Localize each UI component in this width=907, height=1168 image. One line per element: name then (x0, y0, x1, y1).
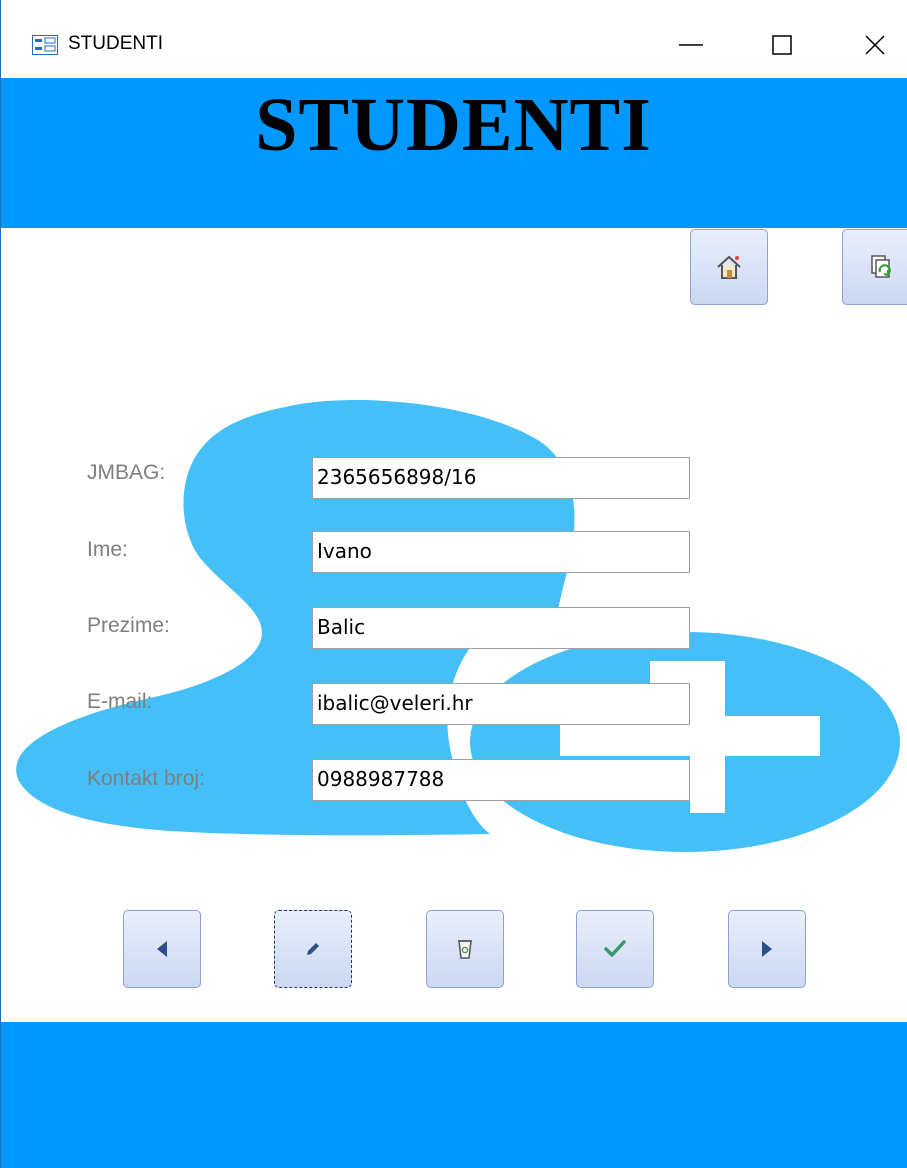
email-label: E-mail: (87, 690, 153, 713)
save-icon (604, 940, 626, 957)
kontakt-broj-label: Kontakt broj: (87, 767, 205, 790)
close-button[interactable] (851, 22, 899, 68)
previous-record-button[interactable] (123, 910, 201, 988)
prezime-label: Prezime: (87, 614, 170, 637)
next-record-button[interactable] (728, 910, 806, 988)
home-button[interactable] (690, 229, 768, 305)
ime-label: Ime: (87, 538, 128, 561)
refresh-button[interactable] (842, 229, 907, 305)
maximize-icon (772, 35, 792, 55)
minimize-button[interactable] (667, 22, 715, 68)
ime-field[interactable]: Ivano (312, 531, 690, 573)
delete-record-button[interactable] (426, 910, 504, 988)
edit-icon (307, 943, 319, 955)
form-title: STUDENTI (255, 83, 652, 167)
save-record-button[interactable] (576, 910, 654, 988)
maximize-button[interactable] (758, 22, 806, 68)
email-field[interactable]: ibalic@veleri.hr (312, 683, 690, 725)
title-bar: STUDENTI (0, 0, 907, 78)
form-header: STUDENTI (0, 78, 907, 228)
minimize-icon (679, 44, 703, 46)
jmbag-label: JMBAG: (87, 461, 166, 484)
form-icon (32, 35, 58, 55)
form-detail: JMBAG: 2365656898/16 Ime: Ivano Prezime:… (0, 228, 907, 1022)
refresh-icon (871, 255, 891, 278)
prezime-field[interactable]: Balic (312, 607, 690, 649)
close-icon (865, 35, 885, 55)
window-title: STUDENTI (68, 33, 163, 54)
access-form-window: STUDENTI STUDENTI JMBAG: 2365656898/16 I… (0, 0, 907, 1168)
edit-record-button[interactable] (274, 910, 352, 988)
previous-icon (157, 941, 167, 957)
form-footer (0, 1022, 907, 1168)
kontakt-broj-field[interactable]: 0988987788 (312, 759, 690, 801)
home-icon (717, 255, 741, 279)
delete-icon (458, 940, 472, 959)
next-icon (762, 941, 772, 957)
jmbag-field[interactable]: 2365656898/16 (312, 457, 690, 499)
